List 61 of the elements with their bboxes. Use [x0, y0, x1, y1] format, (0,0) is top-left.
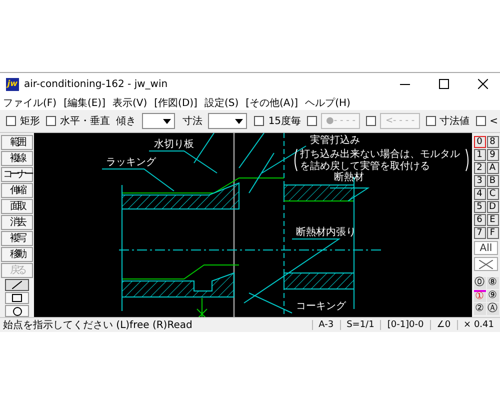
tool-button[interactable]: 伸縮	[1, 183, 33, 198]
status-message: 始点を指示してください (L)free (R)Read	[2, 318, 194, 332]
checkbox-label: 寸法値	[440, 114, 470, 128]
callout-label: 断熱材内張り	[296, 227, 356, 238]
layer-button[interactable]: A	[486, 162, 498, 174]
group-button[interactable]: ⑧	[486, 277, 498, 289]
tool-button[interactable]: 範囲	[1, 135, 33, 150]
note-text: を詰め戻して実管を取付ける	[300, 161, 430, 172]
menu-item[interactable]: 表示(V)	[112, 96, 148, 110]
callout-label: 水切り板	[154, 139, 194, 150]
menu-item[interactable]: 設定(S)	[204, 96, 239, 110]
checkbox-label: 15度毎	[268, 114, 302, 128]
layer-button[interactable]: 4	[474, 188, 486, 200]
tool-button[interactable]: コーナー	[1, 167, 33, 182]
tool-button[interactable]: 複写	[1, 231, 33, 246]
window-title: air-conditioning-162 - jw_win	[24, 78, 169, 90]
status-field: × 0.41	[456, 320, 500, 330]
field-label: 傾き	[116, 115, 136, 128]
callout-label: ラッキング	[106, 157, 156, 168]
group-button[interactable]: ①	[474, 290, 486, 302]
callout-label: 断熱材	[334, 172, 364, 183]
layer-button[interactable]: 1	[474, 149, 486, 161]
layer-button[interactable]: 8	[486, 136, 498, 148]
callout-label: 実管打込み	[310, 135, 360, 146]
app-logo: jw	[6, 78, 19, 90]
all-layers-button[interactable]: All	[474, 241, 498, 255]
layer-button[interactable]: 6	[474, 214, 486, 226]
layer-button[interactable]: B	[486, 175, 498, 187]
group-button[interactable]: ⑨	[486, 290, 498, 302]
note-text: 打ち込み出来ない場合は、モルタル	[300, 149, 460, 160]
status-field: A-3	[312, 320, 340, 330]
status-field: [0-1]0-0	[380, 320, 430, 330]
layer-button[interactable]: E	[486, 214, 498, 226]
checkbox-label: 水平・垂直	[60, 114, 110, 128]
layer-button[interactable]: 0	[474, 136, 486, 148]
layer-button[interactable]: C	[486, 188, 498, 200]
layer-button[interactable]: 3	[474, 175, 486, 187]
layer-button[interactable]: 7	[474, 227, 486, 239]
tool-button[interactable]: 消去	[1, 215, 33, 230]
tool-button[interactable]: 移動	[1, 247, 33, 262]
status-field: S=1/1	[340, 320, 380, 330]
layer-button[interactable]: 5	[474, 201, 486, 213]
group-button[interactable]: Ⓐ	[486, 303, 498, 315]
menu-item[interactable]: [作図(D)]	[154, 96, 198, 110]
menu-item[interactable]: [編集(E)]	[64, 96, 106, 110]
layer-button[interactable]: 2	[474, 162, 486, 174]
menu-item[interactable]: ヘルプ(H)	[305, 96, 350, 110]
menu-item[interactable]: [その他(A)]	[246, 96, 298, 110]
layer-button[interactable]: 9	[486, 149, 498, 161]
layer-button[interactable]: F	[486, 227, 498, 239]
tool-button[interactable]: 面取	[1, 199, 33, 214]
group-button[interactable]: ⓪	[474, 277, 486, 289]
menu-item[interactable]: ファイル(F)	[3, 96, 57, 110]
layer-button[interactable]: D	[486, 201, 498, 213]
checkbox-label: <	[490, 116, 498, 126]
group-button[interactable]: ②	[474, 303, 486, 315]
field-label: 寸法	[182, 114, 202, 128]
callout-label: コーキング	[296, 301, 346, 312]
status-field: ∠0	[430, 320, 457, 330]
checkbox-label: 矩形	[20, 115, 40, 128]
tool-button[interactable]: 複線	[1, 151, 33, 166]
